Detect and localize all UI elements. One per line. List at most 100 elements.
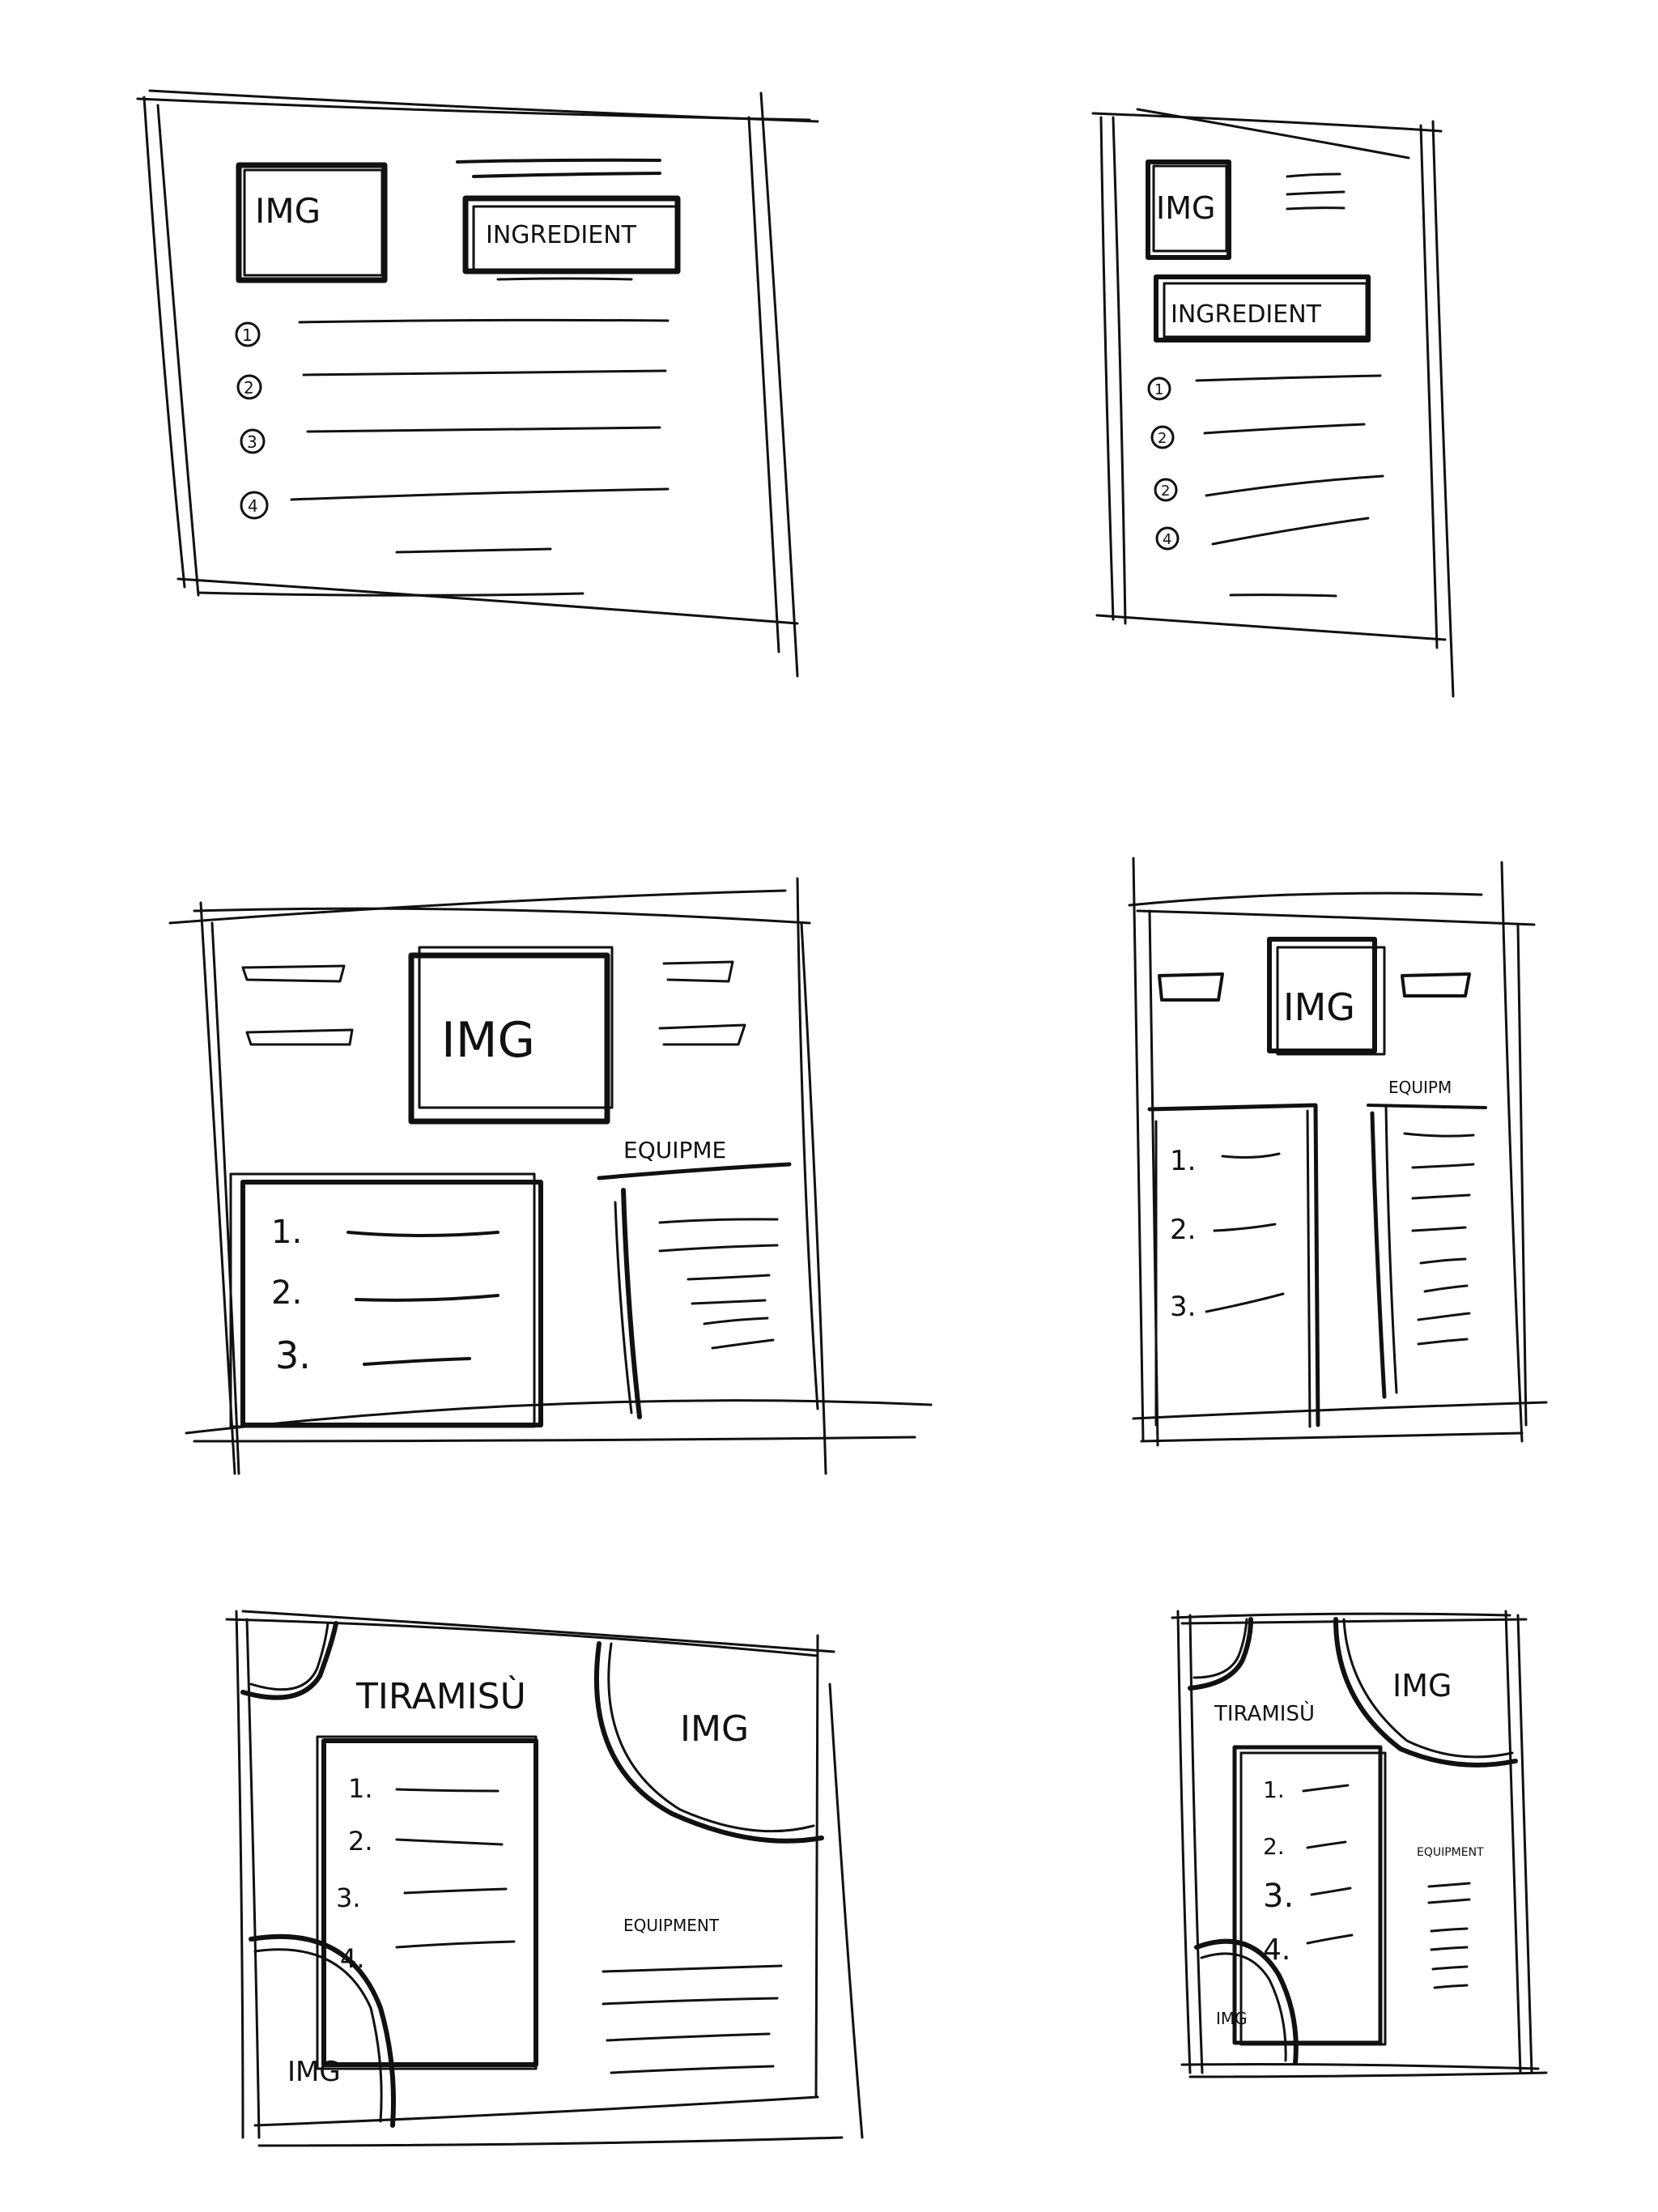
frame-top-line xyxy=(1171,1612,1511,1619)
equipment-label: EQUIPMENT xyxy=(1417,1846,1484,1859)
frame-right-line xyxy=(828,1682,864,2139)
step-number: 3. xyxy=(336,1882,361,1913)
image-label: IMG xyxy=(287,2056,341,2088)
equipment-line xyxy=(1430,1946,1469,1951)
equipment-line xyxy=(1417,1312,1471,1321)
frame-left-line xyxy=(1132,857,1145,1443)
ingredient-label: INGREDIENT xyxy=(1171,300,1322,329)
nav-button xyxy=(658,1023,746,1046)
footer-line xyxy=(1229,593,1337,598)
frame-bottom-line xyxy=(1188,2071,1548,2078)
step-number: 1. xyxy=(348,1773,373,1804)
step-number: 3. xyxy=(275,1334,311,1377)
steps-card: 1. 2. 3. xyxy=(1147,1103,1320,1428)
step-number: 3. xyxy=(1263,1878,1294,1915)
frame-top-line xyxy=(148,89,819,123)
equipment-card xyxy=(614,1188,779,1419)
equipment-line xyxy=(691,1299,767,1305)
recipe-title: TIRAMISÙ xyxy=(1214,1700,1315,1726)
step-number: 2. xyxy=(348,1826,373,1857)
equipment-line xyxy=(1433,1984,1469,1989)
equipment-line xyxy=(610,2065,775,2074)
step-number: 2. xyxy=(1170,1214,1196,1246)
frame-top-line xyxy=(1136,108,1410,160)
image-label: IMG xyxy=(441,1012,535,1069)
equipment-line xyxy=(1427,1898,1471,1904)
frame-bottom-line xyxy=(1180,2063,1540,2070)
equipment-line xyxy=(1411,1163,1475,1169)
equipment-label: EQUIPMENT xyxy=(623,1916,720,1935)
step-number: 1. xyxy=(1263,1776,1285,1803)
frame-right-line xyxy=(814,1634,819,2099)
frame-right-line xyxy=(796,877,819,1410)
equipment-card-edge xyxy=(1370,1111,1387,1399)
frame-right-line xyxy=(747,116,780,653)
step-line xyxy=(1205,1292,1285,1313)
step-number: 1. xyxy=(1170,1145,1196,1177)
frame-left-line xyxy=(1099,116,1115,621)
step-number: 1 xyxy=(242,325,253,345)
steps-card: 1. 2. 3. 4. xyxy=(316,1735,538,2070)
step-number: 4 xyxy=(1163,531,1171,548)
nav-button xyxy=(1401,972,1471,998)
frame-right-line xyxy=(1516,1614,1533,2074)
equipment-line xyxy=(1403,1132,1475,1138)
wireframe-1: IMG INGREDIENT 1 2 3 4 xyxy=(136,89,819,678)
step-list: 1 2 3 4 xyxy=(235,318,670,520)
recipe-title: TIRAMISÙ xyxy=(355,1674,526,1717)
title-line xyxy=(1286,172,1341,178)
step-line xyxy=(403,1887,508,1895)
step-line xyxy=(1306,1840,1347,1849)
step-line xyxy=(346,1231,500,1237)
equipment-line xyxy=(703,1317,769,1325)
nav-button xyxy=(241,964,346,983)
image-label: IMG xyxy=(255,191,321,231)
step-line xyxy=(1205,474,1384,497)
equipment-card-edge xyxy=(1384,1104,1398,1394)
step-line xyxy=(1211,517,1370,546)
step-number: 2. xyxy=(1263,1833,1285,1860)
step-line xyxy=(1306,1933,1354,1945)
frame-bottom-line xyxy=(193,1436,916,1443)
equipment-card xyxy=(1367,1104,1487,1399)
frame-right-line xyxy=(759,91,799,678)
step-number: 2 xyxy=(1161,483,1170,500)
ingredient-label: INGREDIENT xyxy=(486,221,637,249)
frame-bottom-line xyxy=(176,577,799,625)
frame-left-line xyxy=(1188,1614,1204,2074)
equipment-line xyxy=(1411,1226,1467,1232)
title-line xyxy=(1286,206,1346,211)
step-line xyxy=(1195,374,1382,382)
equipment-underline xyxy=(597,1162,792,1180)
title-line xyxy=(472,172,661,178)
steps-card-edge xyxy=(1306,1109,1312,1428)
step-line xyxy=(363,1357,471,1366)
equipment-line xyxy=(711,1338,775,1350)
equipment-line xyxy=(1430,1927,1469,1933)
equipment-line xyxy=(602,1997,779,2006)
equipment-card-edge xyxy=(621,1188,642,1419)
wireframe-6: IMG TIRAMISÙ 1. 2. 3. 4. IMG EQUIPMENT xyxy=(1171,1610,1548,2078)
frame-top-line xyxy=(225,1618,819,1657)
frame-top-line xyxy=(1128,891,1483,907)
step-number: 4 xyxy=(248,496,258,516)
step-line xyxy=(1213,1223,1277,1232)
image-label: IMG xyxy=(1392,1668,1452,1704)
nav-button xyxy=(662,960,734,983)
image-label: IMG xyxy=(1283,985,1355,1029)
frame-right-line xyxy=(1516,923,1528,1427)
equipment-line xyxy=(1427,1882,1471,1888)
frame-bottom-line xyxy=(1132,1401,1548,1420)
image-label: IMG xyxy=(1216,2009,1248,2028)
frame-bottom-line xyxy=(185,1399,933,1435)
frame-top-line xyxy=(1136,909,1536,926)
frame-left-line xyxy=(142,96,186,589)
step-number: 2 xyxy=(1158,430,1167,447)
sketch-canvas: IMG INGREDIENT 1 2 3 4 IMG INGREDIENT 1 … xyxy=(136,89,1548,2147)
step-number: 3. xyxy=(1170,1291,1196,1323)
wireframe-3: IMG EQUIPME 1. 2. 3. xyxy=(168,877,933,1475)
title-line xyxy=(456,158,661,164)
frame-left-line xyxy=(1176,1610,1192,2074)
step-line xyxy=(306,426,661,433)
wireframe-5: TIRAMISÙ IMG 1. 2. 3. 4. IMG EQUIPMENT xyxy=(225,1610,864,2147)
